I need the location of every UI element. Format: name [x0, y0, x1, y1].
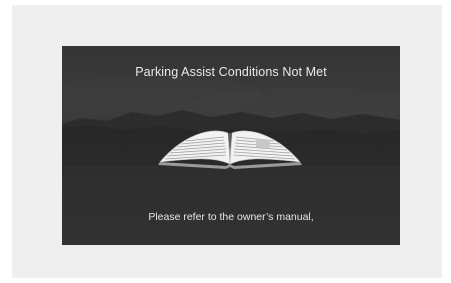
instruction-message: Please refer to the owner’s manual,	[148, 211, 314, 223]
display-screen: Parking Assist Conditions Not Met Please…	[62, 46, 400, 245]
screen-title: Parking Assist Conditions Not Met	[135, 65, 327, 79]
open-book-icon	[158, 130, 302, 169]
page: Parking Assist Conditions Not Met Please…	[0, 0, 451, 283]
